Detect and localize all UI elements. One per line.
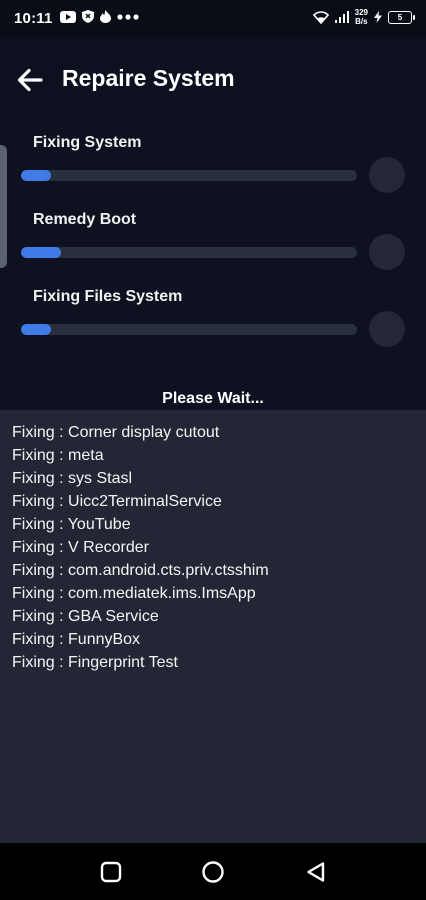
status-time: 10:11 xyxy=(14,10,53,27)
flame-icon xyxy=(100,10,111,23)
network-speed: 329 B/s xyxy=(355,8,368,26)
task-fixing-system: Fixing System xyxy=(0,134,426,204)
system-icons: 329 B/s 5 xyxy=(312,8,415,26)
task-remedy-boot: Remedy Boot xyxy=(0,211,426,281)
task-label: Fixing System xyxy=(33,134,142,151)
app-header: Repaire System xyxy=(0,38,426,122)
progress-fill xyxy=(21,170,52,181)
please-wait-text: Please Wait... xyxy=(162,390,264,407)
shield-icon xyxy=(82,10,94,23)
back-arrow-icon[interactable] xyxy=(16,66,44,94)
status-bar: 10:11 329 B/s 5 xyxy=(0,0,426,38)
log-line: Fixing : Fingerprint Test xyxy=(12,654,178,671)
progress-track xyxy=(21,247,357,258)
home-circle-icon[interactable] xyxy=(201,860,225,884)
charging-icon xyxy=(374,11,382,23)
more-icon xyxy=(117,13,139,20)
log-line: Fixing : YouTube xyxy=(12,516,131,533)
page-title: Repaire System xyxy=(62,65,235,91)
log-line: Fixing : V Recorder xyxy=(12,539,149,556)
speed-unit: B/s xyxy=(355,17,368,26)
log-line: Fixing : Uicc2TerminalService xyxy=(12,493,222,510)
fix-log-panel: Fixing : Corner display cutout Fixing : … xyxy=(0,410,426,843)
battery-icon: 5 xyxy=(388,10,415,24)
progress-track xyxy=(21,324,357,335)
progress-fill xyxy=(21,324,52,335)
notification-icons xyxy=(60,10,139,23)
status-circle[interactable] xyxy=(369,234,405,270)
log-line: Fixing : meta xyxy=(12,447,104,464)
status-circle[interactable] xyxy=(369,157,405,193)
back-triangle-icon[interactable] xyxy=(304,860,328,884)
log-line: Fixing : com.android.cts.priv.ctsshim xyxy=(12,562,269,579)
task-label: Fixing Files System xyxy=(33,288,183,305)
navigation-bar xyxy=(0,843,426,900)
log-line: Fixing : FunnyBox xyxy=(12,631,141,648)
progress-fill xyxy=(21,247,62,258)
task-fixing-files-system: Fixing Files System xyxy=(0,288,426,358)
recents-square-icon[interactable] xyxy=(99,860,123,884)
signal-icon xyxy=(334,11,349,23)
log-line: Fixing : sys Stasl xyxy=(12,470,133,487)
log-line: Fixing : com.mediatek.ims.ImsApp xyxy=(12,585,256,602)
speed-value: 329 xyxy=(354,8,368,17)
task-label: Remedy Boot xyxy=(33,211,137,228)
youtube-icon xyxy=(60,10,76,23)
log-line: Fixing : GBA Service xyxy=(12,608,159,625)
status-circle[interactable] xyxy=(369,311,405,347)
wifi-icon xyxy=(312,10,329,24)
log-line: Fixing : Corner display cutout xyxy=(12,424,220,441)
progress-track xyxy=(21,170,357,181)
